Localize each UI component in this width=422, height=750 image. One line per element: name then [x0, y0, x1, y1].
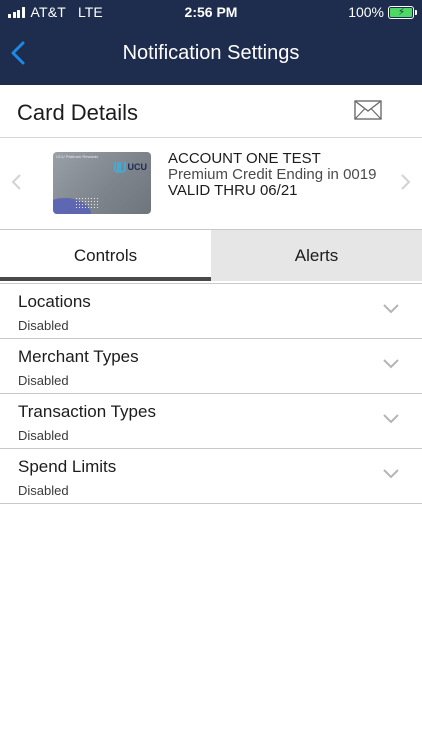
card-carousel: UCU Platinum Rewards UCU ACCOUNT ONE TES… — [0, 138, 422, 229]
card-details-header: Card Details — [0, 85, 422, 138]
control-status: Disabled — [18, 373, 69, 388]
control-label: Merchant Types — [18, 347, 139, 366]
control-row-locations[interactable]: Locations Disabled — [0, 284, 422, 339]
card-program-label: UCU Platinum Rewards — [56, 154, 99, 159]
control-status: Disabled — [18, 318, 69, 333]
control-label: Spend Limits — [18, 457, 117, 476]
chevron-left-icon — [11, 174, 21, 190]
page-title: Notification Settings — [122, 42, 300, 64]
mail-button[interactable] — [354, 100, 382, 120]
tab-controls[interactable]: Controls — [0, 230, 211, 281]
ucu-logo-icon — [113, 162, 126, 173]
control-label: Locations — [18, 292, 91, 311]
card-description: Premium Credit Ending in 0019 — [168, 166, 377, 183]
card-info: ACCOUNT ONE TEST Premium Credit Ending i… — [168, 151, 378, 199]
status-bar: AT&T LTE 2:56 PM 100% ⚡ — [0, 0, 422, 24]
battery-fill: ⚡ — [390, 6, 412, 18]
chevron-down-icon — [383, 469, 399, 479]
previous-card-button[interactable] — [8, 170, 26, 194]
control-status: Disabled — [18, 428, 69, 443]
chevron-down-icon — [383, 304, 399, 314]
control-status: Disabled — [18, 483, 69, 498]
battery-percent: 100% — [348, 4, 384, 20]
chevron-down-icon — [383, 359, 399, 369]
top-bar: AT&T LTE 2:56 PM 100% ⚡ Notification Set… — [0, 0, 422, 85]
nav-bar: Notification Settings — [0, 24, 422, 85]
next-card-button[interactable] — [396, 170, 414, 194]
chevron-right-icon — [401, 174, 411, 190]
section-title: Card Details — [17, 100, 139, 125]
battery-nub — [415, 9, 417, 15]
control-row-merchant-types[interactable]: Merchant Types Disabled — [0, 339, 422, 394]
charging-icon: ⚡ — [398, 6, 406, 18]
control-label: Transaction Types — [18, 402, 156, 421]
card-image: UCU Platinum Rewards UCU — [53, 152, 151, 214]
tab-bar: Controls Alerts — [0, 229, 422, 281]
card-account-name: ACCOUNT ONE TEST — [168, 150, 321, 167]
card-logo: UCU — [113, 161, 148, 173]
control-row-spend-limits[interactable]: Spend Limits Disabled — [0, 449, 422, 504]
tab-alerts[interactable]: Alerts — [211, 230, 422, 281]
chevron-down-icon — [383, 414, 399, 424]
control-row-transaction-types[interactable]: Transaction Types Disabled — [0, 394, 422, 449]
envelope-icon — [354, 100, 382, 120]
card-logo-text: UCU — [127, 162, 148, 172]
battery-icon: ⚡ — [388, 5, 417, 19]
card-pattern — [75, 197, 99, 209]
controls-list: Locations Disabled Merchant Types Disabl… — [0, 283, 422, 504]
status-right: 100% ⚡ — [348, 4, 417, 20]
card-valid-thru: VALID THRU 06/21 — [168, 182, 298, 199]
